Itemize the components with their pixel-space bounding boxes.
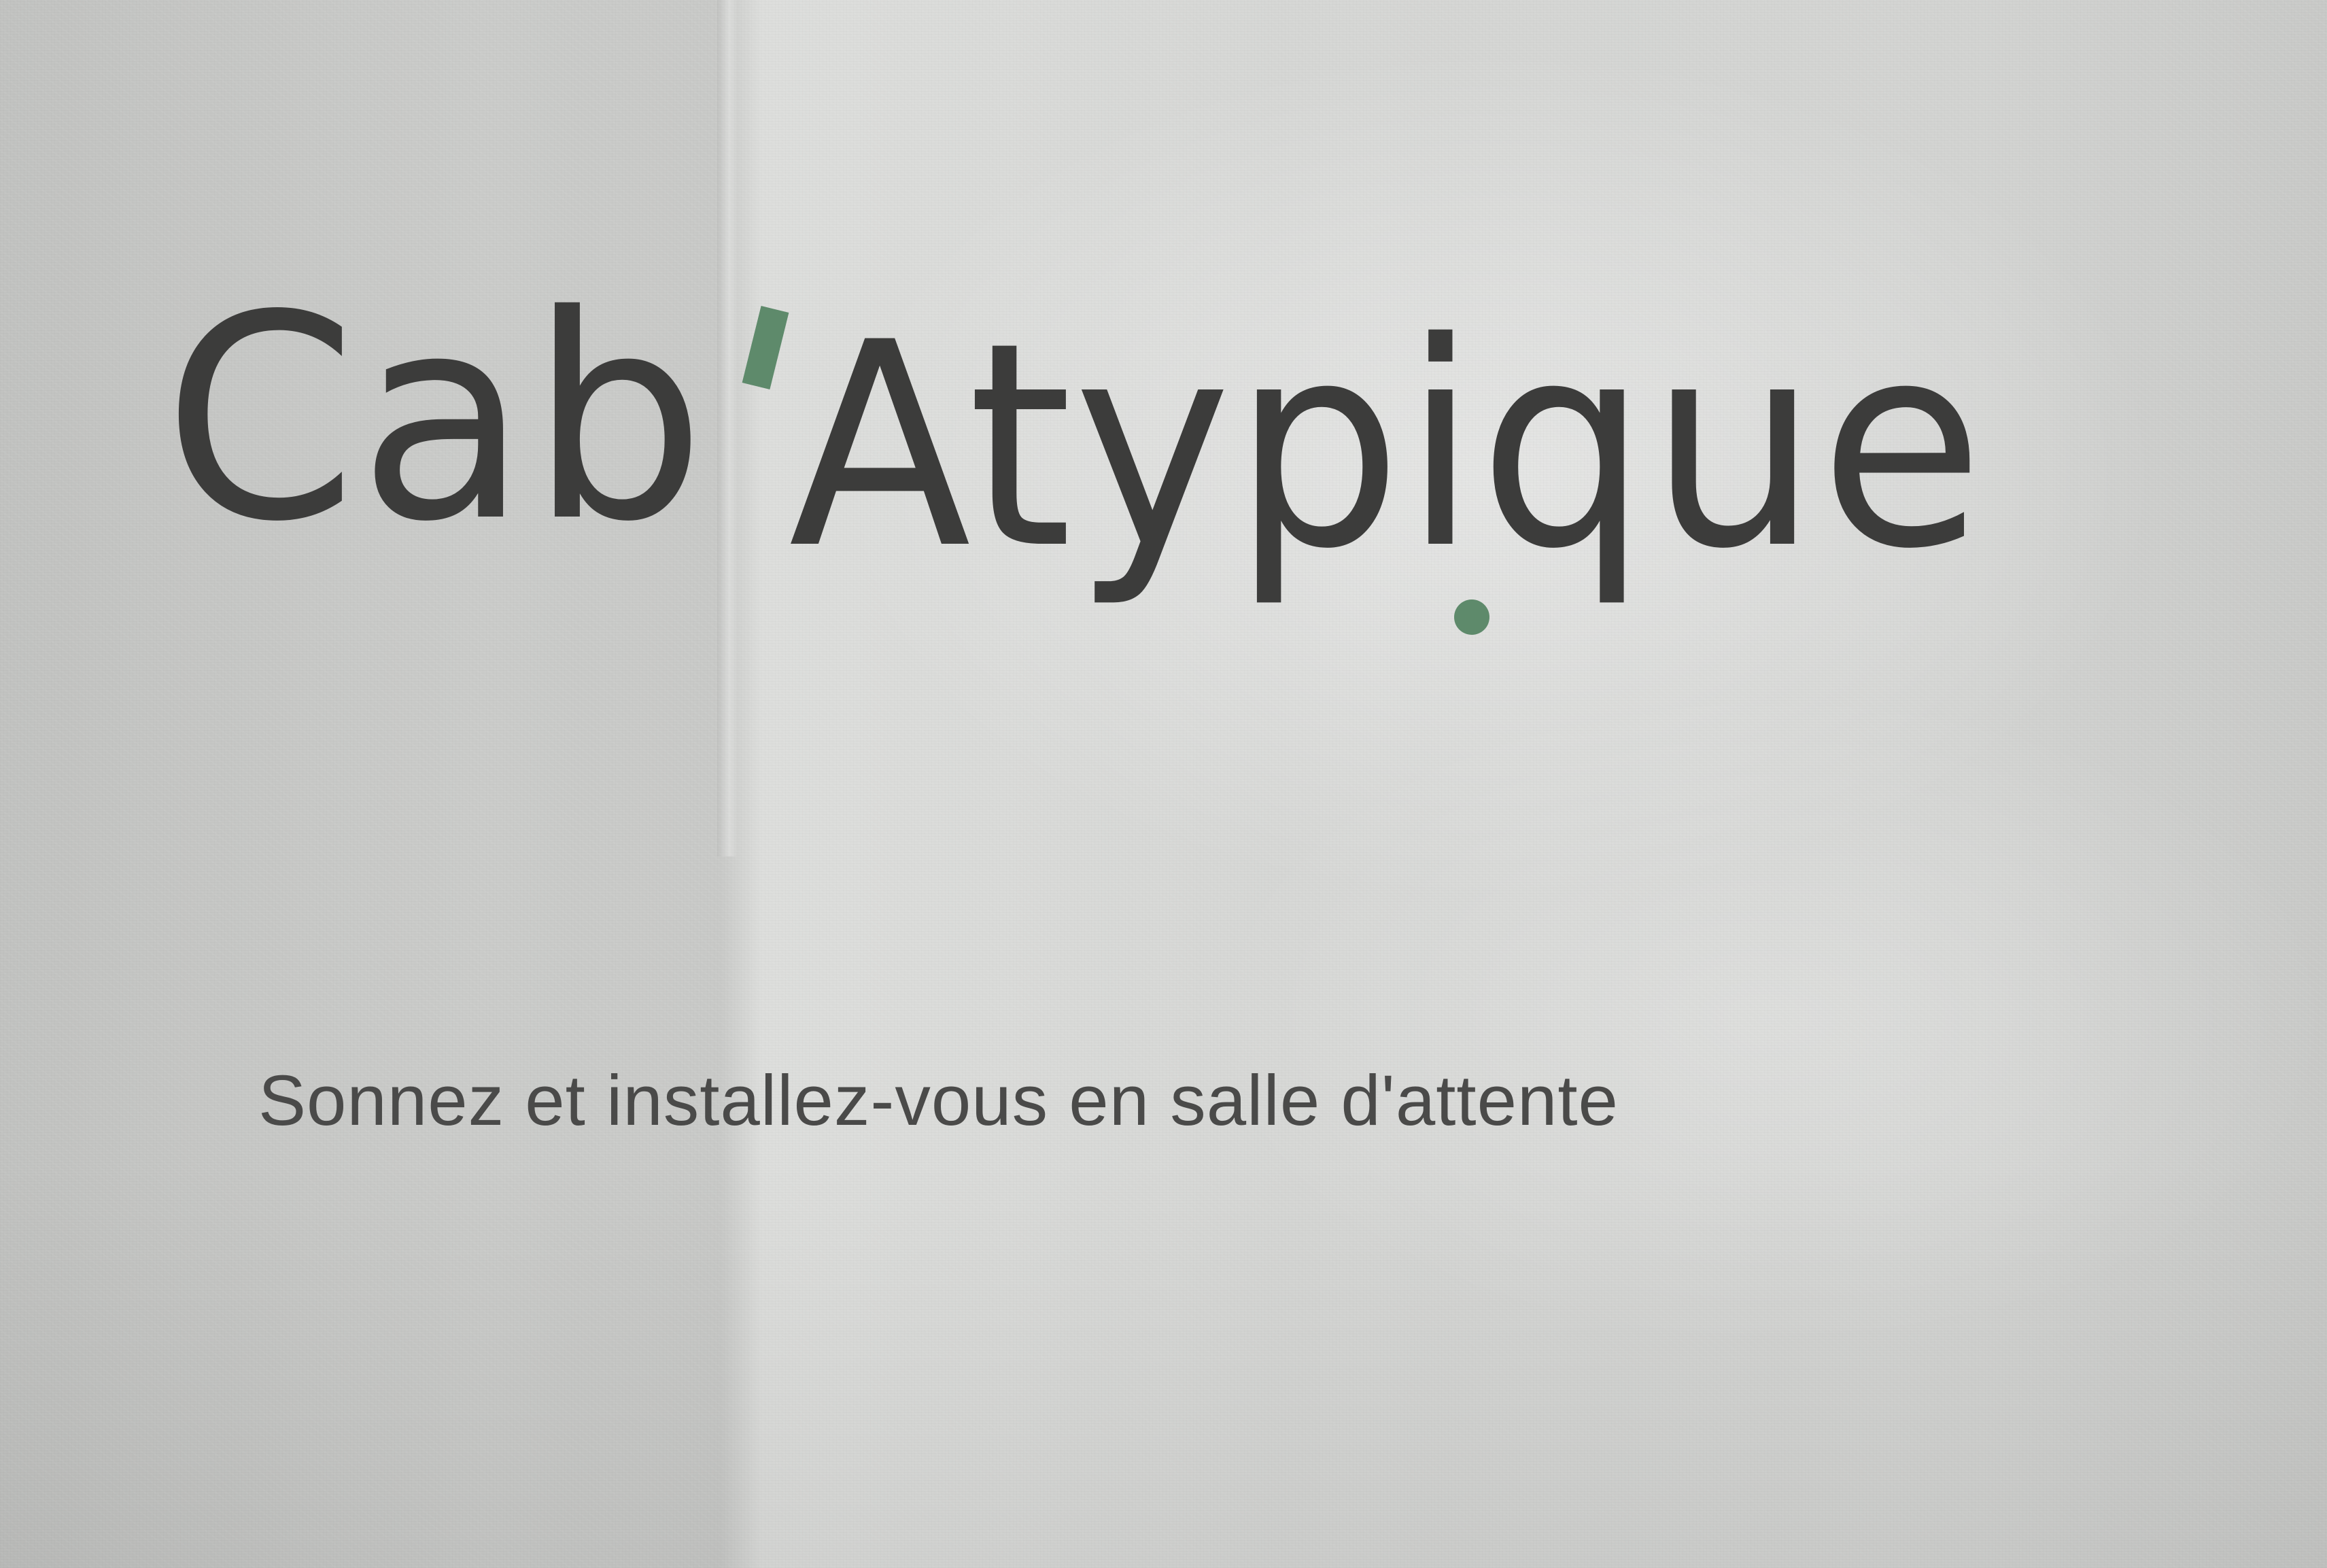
logo-wordmark-atypique: Atypique [789,282,1985,610]
paper-sign: Cab Atypique Sonnez et installez-vous en… [0,0,2327,1568]
cab-atypique-logo: Cab Atypique [163,255,1985,635]
logo-wordmark-cab: Cab [163,255,707,583]
tagline-instruction: Sonnez et installez-vous en salle d'atte… [258,1061,1619,1140]
logo-apostrophe-accent [742,305,789,390]
logo-dot-accent [1454,599,1489,635]
